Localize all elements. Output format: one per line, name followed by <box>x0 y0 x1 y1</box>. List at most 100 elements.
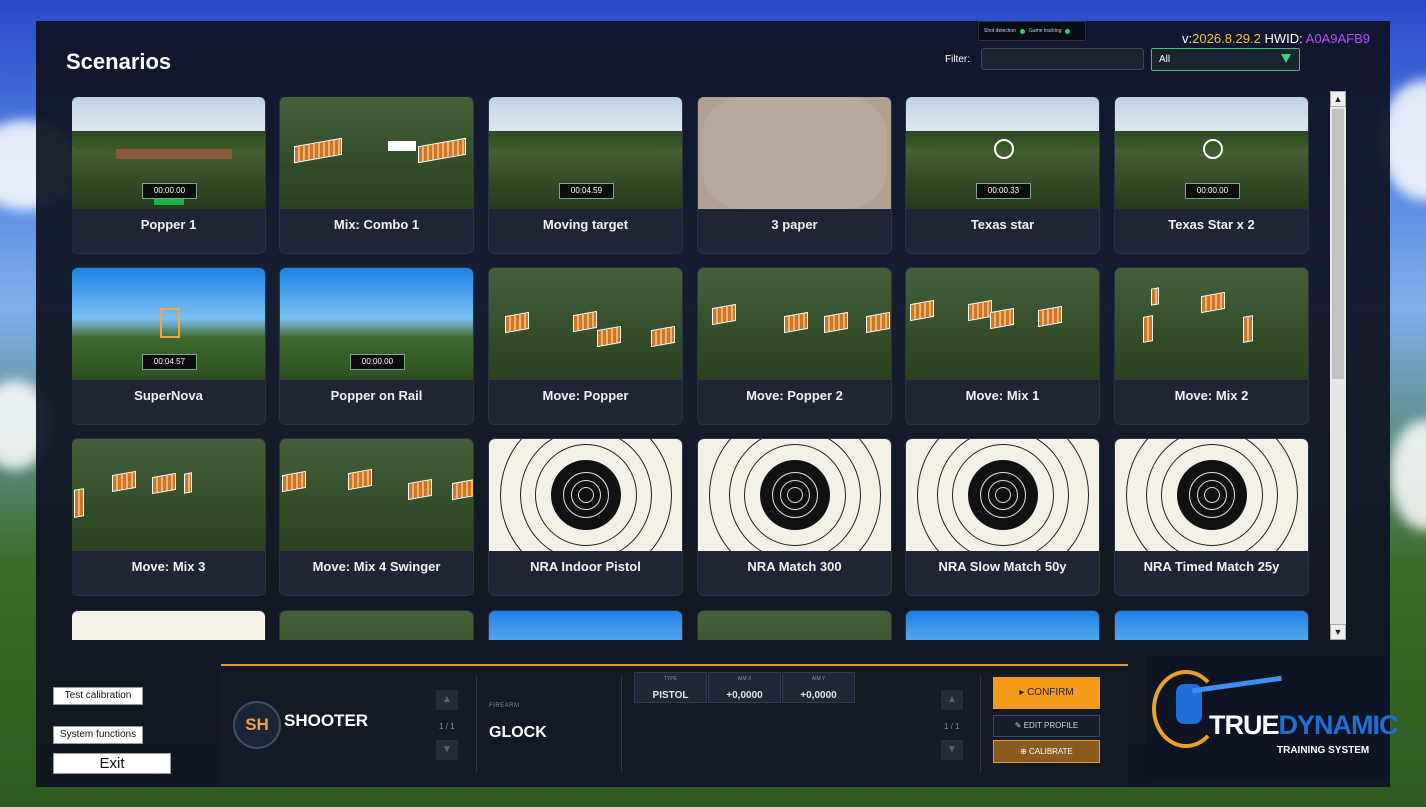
scenario-label: SuperNova <box>134 388 203 403</box>
scenario-thumbnail <box>280 97 473 209</box>
scenario-card[interactable]: 00:04.57 SuperNova <box>72 268 265 424</box>
scenario-card[interactable]: 00:00.00 Popper 1 <box>72 97 265 253</box>
exit-button[interactable]: Exit <box>53 753 171 774</box>
stat-value: PISTOL <box>652 690 689 701</box>
bullseye-icon <box>967 460 1038 530</box>
filter-input[interactable] <box>981 48 1144 70</box>
scenario-grid: 00:00.00 Popper 1 Mix: Combo 1 00:04.59 … <box>72 97 1312 640</box>
hwid-label: HWID: <box>1264 31 1303 46</box>
system-functions-button[interactable]: System functions <box>53 726 143 744</box>
paper-target <box>702 97 887 209</box>
scenario-thumbnail: 00:00.00 <box>1115 97 1308 209</box>
firearm-name: GLOCK <box>489 724 547 741</box>
filter-select[interactable]: All <box>1151 48 1300 71</box>
scenario-card[interactable]: NRA Match 300 <box>698 439 891 595</box>
scenario-card[interactable] <box>698 611 891 640</box>
target-plate <box>348 468 372 491</box>
scenario-thumbnail <box>72 611 265 640</box>
target-plate <box>573 310 597 333</box>
status-game-tracking-label: Game tracking <box>1028 28 1062 34</box>
scrollbar-thumb[interactable] <box>1332 109 1344 379</box>
stat-type: TYPE PISTOL <box>634 672 707 703</box>
target-plate <box>910 299 934 322</box>
profile-next-button[interactable]: ▼ <box>436 740 458 760</box>
tree-line <box>489 131 682 153</box>
scenario-thumbnail: 00:04.57 <box>72 268 265 380</box>
stat-value: +0,0000 <box>800 690 837 701</box>
scenario-card[interactable]: 00:00.33 Texas star <box>906 97 1099 253</box>
scenario-card[interactable]: NRA Indoor Pistol <box>489 439 682 595</box>
scenario-label: Move: Popper <box>542 388 629 403</box>
scenario-thumbnail <box>489 439 682 581</box>
target-plate <box>1201 291 1225 314</box>
timer-display: 00:00.00 <box>1185 183 1240 199</box>
scenario-card[interactable]: Move: Mix 1 <box>906 268 1099 424</box>
logo-brand-true: TRUE <box>1209 710 1279 740</box>
test-calibration-button[interactable]: Test calibration <box>53 687 143 705</box>
bullseye-icon <box>759 460 830 530</box>
stat-aim-y: AIM Y +0,0000 <box>782 672 855 703</box>
scenario-thumbnail <box>698 611 891 640</box>
logo-tagline: TRAINING SYSTEM <box>1277 745 1370 756</box>
scenario-card[interactable]: Move: Popper <box>489 268 682 424</box>
target-plate <box>74 488 84 518</box>
calibrate-button[interactable]: ⊕ CALIBRATE <box>993 740 1100 763</box>
scroll-up-icon[interactable]: ▲ <box>1330 91 1346 107</box>
edit-profile-label: EDIT PROFILE <box>1023 721 1079 730</box>
scenario-card[interactable]: NRA Timed Match 25y <box>1115 439 1308 595</box>
status-dot-icon <box>1065 28 1071 34</box>
scenario-card[interactable]: Mix: Combo 1 <box>280 97 473 253</box>
profile-panel: SH SHOOTER ▲ 1 / 1 ▼ FIREARM GLOCK TYPE … <box>221 664 1128 786</box>
scenario-label: NRA Slow Match 50y <box>938 559 1067 574</box>
logo-brand-dynamic: DYNAMIC <box>1278 710 1399 740</box>
scenario-thumbnail <box>280 611 473 640</box>
filter-label: Filter: <box>945 54 970 65</box>
target-plate <box>1243 315 1253 343</box>
target-plate <box>452 478 473 501</box>
scenario-label: Moving target <box>542 217 629 232</box>
grid-scrollbar[interactable]: ▲ ▼ <box>1330 91 1346 640</box>
scenario-card[interactable]: 00:04.59 Moving target <box>489 97 682 253</box>
scenario-card[interactable] <box>1115 611 1308 640</box>
logo-brand: TRUEDYNAMIC <box>1209 710 1399 741</box>
stat-label: AIM X <box>737 676 752 682</box>
profile-page-indicator: 1 / 1 <box>439 722 455 731</box>
scenario-card[interactable]: 00:00.00 Texas Star x 2 <box>1115 97 1308 253</box>
scenario-card[interactable]: Move: Mix 4 Swinger <box>280 439 473 595</box>
truedynamic-logo: TRUEDYNAMIC TRAINING SYSTEM <box>1146 656 1399 781</box>
supernova-target-icon <box>160 308 180 338</box>
target-plate <box>1151 287 1159 306</box>
firearm-prev-button[interactable]: ▲ <box>941 690 963 710</box>
edit-profile-button[interactable]: ✎ EDIT PROFILE <box>993 715 1100 737</box>
scenario-card[interactable]: Move: Popper 2 <box>698 268 891 424</box>
scenario-card[interactable] <box>72 611 265 640</box>
scenario-card[interactable] <box>906 611 1099 640</box>
scroll-down-icon[interactable]: ▼ <box>1330 624 1346 640</box>
calibrate-label: CALIBRATE <box>1029 747 1073 756</box>
scenario-card[interactable]: NRA Slow Match 50y <box>906 439 1099 595</box>
scenario-thumbnail <box>698 268 891 380</box>
profile-prev-button[interactable]: ▲ <box>436 690 458 710</box>
firearm-page-indicator: 1 / 1 <box>944 722 960 731</box>
shooter-name: SHOOTER <box>284 711 369 730</box>
scenario-card[interactable]: 3 paper <box>698 97 891 253</box>
version-number: 2026.8.29.2 <box>1192 31 1261 46</box>
version-prefix: v: <box>1182 31 1193 46</box>
scenario-thumbnail: 00:00.00 <box>72 97 265 209</box>
scenario-card[interactable]: 00:00.00 Popper on Rail <box>280 268 473 424</box>
target-plate <box>112 470 136 493</box>
scenario-label: NRA Indoor Pistol <box>530 559 641 574</box>
scenario-card[interactable]: Move: Mix 3 <box>72 439 265 595</box>
firearm-label: FIREARM <box>489 703 520 709</box>
scenario-card[interactable] <box>489 611 682 640</box>
target-plate <box>184 472 192 494</box>
scenario-card[interactable]: Move: Mix 2 <box>1115 268 1308 424</box>
firearm-next-button[interactable]: ▼ <box>941 740 963 760</box>
status-shot-detection-label: Shot detection <box>984 28 1016 34</box>
confirm-button[interactable]: ▸ CONFIRM <box>993 677 1100 709</box>
timer-display: 00:04.57 <box>142 354 197 370</box>
target-plate <box>651 325 675 348</box>
chevron-down-icon <box>1281 54 1291 63</box>
scenario-card[interactable] <box>280 611 473 640</box>
scenario-label: Move: Mix 2 <box>1174 388 1249 403</box>
